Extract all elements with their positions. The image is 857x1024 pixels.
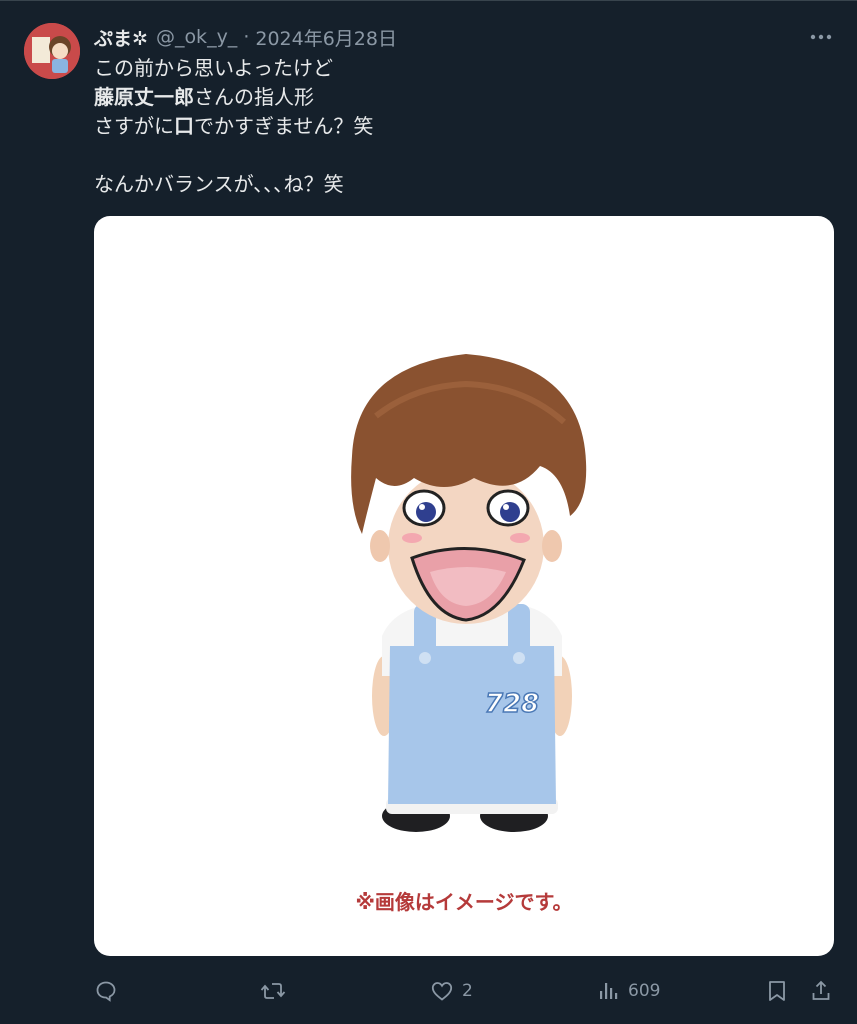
display-name[interactable]: ぷま✲: [94, 24, 148, 51]
finger-puppet-image: 728: [351, 354, 587, 832]
tweet-header: ぷま✲ @_ok_y_ · 2024年6月28日: [94, 23, 397, 51]
more-dots-icon: [810, 34, 832, 40]
tweet-line-1: この前から思いよったけど: [94, 54, 834, 83]
avatar[interactable]: [24, 23, 80, 79]
heart-icon: [431, 982, 453, 1001]
retweet-icon: [260, 983, 286, 999]
tweet-line-3-pre: さすがに: [94, 114, 174, 138]
tweet-date[interactable]: 2024年6月28日: [255, 24, 397, 51]
display-name-emoji: ✲: [132, 27, 148, 50]
tweet-line-3-bold: 口: [174, 114, 194, 138]
reply-button[interactable]: [94, 975, 126, 1007]
tweet-text: この前から思いよったけど 藤原丈一郎さんの指人形 さすがに口でかすぎません？笑 …: [94, 54, 834, 199]
user-handle[interactable]: @_ok_y_: [156, 26, 237, 48]
like-count: 2: [462, 981, 473, 1001]
like-button[interactable]: 2: [430, 975, 473, 1007]
views-button[interactable]: 609: [598, 975, 660, 1007]
tweet-line-5: なんかバランスが､､､ね？笑: [94, 170, 834, 199]
bookmark-button[interactable]: [766, 975, 788, 1007]
tweet-line-3-text: でかすぎません？笑: [194, 114, 374, 138]
tweet-line-2: 藤原丈一郎さんの指人形: [94, 83, 834, 112]
retweet-button[interactable]: [260, 975, 294, 1007]
share-button[interactable]: [810, 975, 832, 1007]
avatar-image: [24, 23, 80, 79]
tweet-line-5-text: なんかバランスが､､､ね？笑: [94, 172, 344, 196]
tweet-media[interactable]: 728 ※画像はイメージです。: [94, 216, 834, 956]
share-icon: [812, 980, 830, 1000]
reply-icon: [96, 981, 116, 1002]
views-icon: [600, 983, 618, 999]
tweet-line-2-text: さんの指人形: [194, 85, 314, 109]
header-separator: ·: [243, 26, 250, 48]
badge-number: 728: [485, 689, 539, 719]
image-caption: ※画像はイメージです。: [355, 890, 573, 914]
tweet-line-3: さすがに口でかすぎません？笑: [94, 112, 834, 141]
display-name-text[interactable]: ぷま: [94, 28, 132, 50]
more-options-button[interactable]: [807, 23, 835, 51]
bookmark-icon: [769, 981, 785, 1001]
tweet-actions: 2 609: [94, 975, 839, 1007]
views-count: 609: [628, 981, 661, 1001]
tweet-line-2-bold: 藤原丈一郎: [94, 85, 194, 109]
tweet-line-1-text: この前から思いよったけど: [94, 56, 333, 80]
tweet[interactable]: ぷま✲ @_ok_y_ · 2024年6月28日 この前から思いよったけど 藤原…: [0, 0, 857, 1024]
